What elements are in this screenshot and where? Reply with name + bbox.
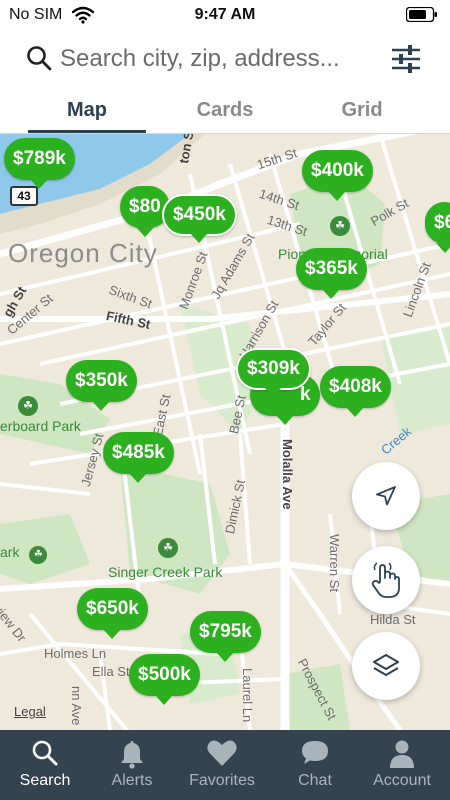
tab-label: Account (373, 772, 431, 789)
active-tab-indicator (28, 130, 146, 133)
tab-label: Chat (298, 772, 332, 789)
tab-account[interactable]: Account (357, 730, 447, 800)
draw-gesture-button[interactable] (352, 546, 420, 614)
park-icon: ☘ (330, 216, 350, 236)
park-label: ark ☘ (0, 544, 48, 564)
search-icon (27, 46, 52, 71)
price-pin[interactable]: $350k (66, 360, 137, 411)
chat-bubble-icon (302, 741, 328, 764)
park-icon: ☘ (158, 538, 178, 558)
layers-icon (373, 654, 399, 676)
bottom-tab-bar: Search Alerts Favorites Chat Account (0, 730, 450, 800)
park-label: ☘ Singer Creek Park (108, 538, 223, 580)
tab-alerts[interactable]: Alerts (87, 730, 177, 800)
tab-label: Alerts (111, 772, 153, 789)
search-bar (0, 30, 450, 90)
price-pin[interactable]: $795k (190, 611, 261, 662)
status-bar: No SIM 9:47 AM (0, 0, 450, 30)
battery-icon (406, 7, 437, 22)
location-arrow-icon (376, 486, 396, 506)
status-time: 9:47 AM (194, 6, 256, 23)
park-icon: ☘ (18, 396, 38, 416)
highway-43-shield: 43 (10, 186, 38, 206)
filter-sliders-icon[interactable] (390, 42, 422, 76)
touch-gesture-icon (371, 562, 400, 598)
park-icon: ☘ (29, 546, 48, 564)
tab-label: Search (19, 772, 71, 789)
heart-icon (207, 740, 237, 766)
price-pin[interactable]: $650k (77, 588, 148, 639)
map-view[interactable]: 43 Oregon City ton St 15th St 14th St 13… (0, 134, 450, 730)
price-pin[interactable]: $365k (296, 248, 367, 299)
price-pin[interactable]: $789k (4, 138, 75, 189)
view-mode-tabs: Map Cards Grid (0, 90, 450, 134)
price-pin[interactable]: $500k (129, 654, 200, 705)
street-label: Laurel Ln (240, 668, 255, 723)
person-icon (390, 740, 414, 768)
tab-label: Favorites (189, 772, 255, 789)
price-pin[interactable]: $408k (320, 366, 391, 417)
price-pin[interactable]: $309k (236, 348, 311, 397)
locate-me-button[interactable] (352, 462, 420, 530)
street-label: Hilda St (370, 612, 416, 627)
park-label: ☘ erboard Park (0, 396, 81, 434)
price-pin[interactable]: $485k (103, 432, 174, 483)
city-label: Oregon City (8, 238, 158, 268)
park-name: erboard Park (0, 418, 81, 434)
price-pin[interactable]: $400k (302, 150, 373, 201)
park-name: ark (0, 544, 20, 560)
tab-favorites[interactable]: Favorites (177, 730, 267, 800)
legal-link[interactable]: Legal (14, 704, 46, 719)
bell-icon (121, 741, 143, 769)
street-label: nn Ave (69, 686, 84, 726)
street-label: Ella St (92, 664, 130, 679)
tab-chat[interactable]: Chat (270, 730, 360, 800)
tab-cards[interactable]: Cards (150, 90, 300, 134)
tab-grid[interactable]: Grid (287, 90, 437, 134)
street-label: Holmes Ln (44, 646, 107, 661)
search-input[interactable] (60, 42, 378, 76)
map-layers-button[interactable] (352, 632, 420, 700)
street-label: Warren St (327, 534, 342, 593)
tab-map[interactable]: Map (12, 90, 162, 134)
search-icon (32, 740, 58, 766)
park-name: Singer Creek Park (108, 564, 223, 580)
tab-search[interactable]: Search (0, 730, 90, 800)
street-label: Molalla Ave (280, 439, 295, 510)
price-pin[interactable]: $450k (162, 194, 237, 243)
